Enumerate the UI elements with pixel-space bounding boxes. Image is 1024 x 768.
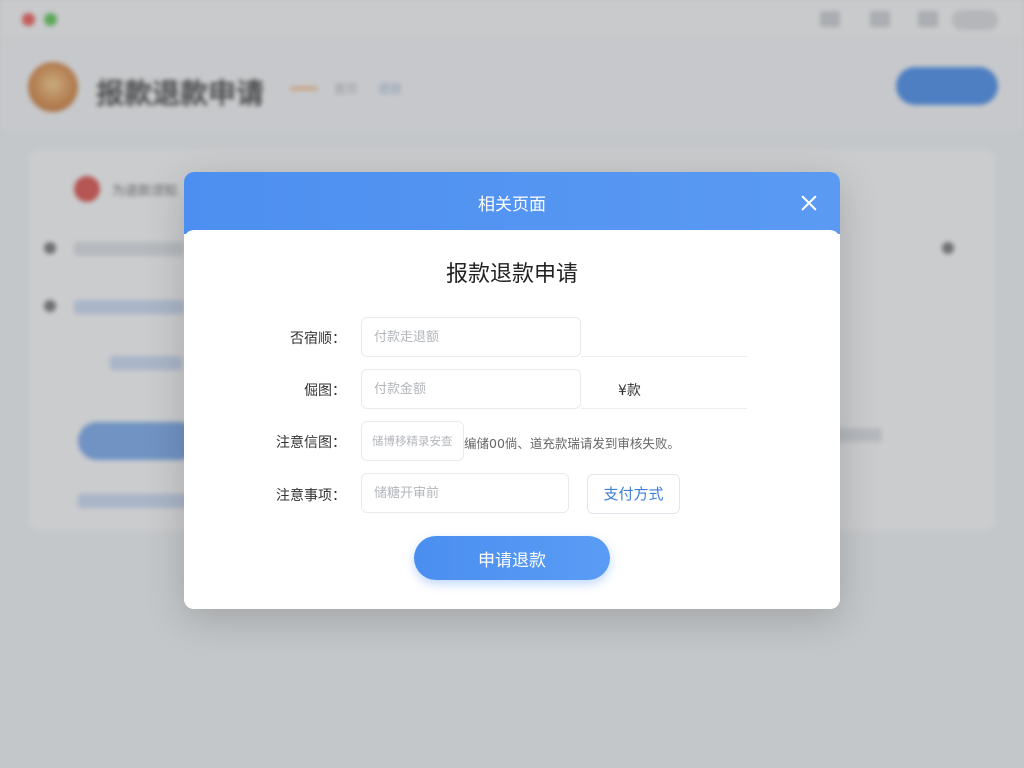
note-text: 编储00倘、道充款瑞请发到审核失败。 [464, 436, 680, 451]
modal-body: 报款退款申请 否宿顺： 倔图： ¥款 注意信图： 编储00倘、道充款瑞请发到审核… [184, 230, 840, 609]
modal-header-title: 相关页面 [478, 195, 546, 215]
notes-input[interactable] [361, 473, 569, 513]
field-label: 注意事项： [276, 488, 346, 504]
input-underline [581, 408, 747, 409]
payment-method-button[interactable]: 支付方式 [587, 474, 680, 514]
modal-header: 相关页面 [184, 172, 840, 234]
submit-refund-button[interactable]: 申请退款 [414, 536, 610, 580]
close-icon[interactable] [796, 190, 822, 216]
amount-unit: ¥款 [618, 383, 641, 399]
refund-reason-input[interactable] [361, 317, 581, 357]
form-title: 报款退款申请 [445, 262, 578, 287]
note-image-input[interactable] [361, 421, 464, 461]
refund-modal: 相关页面 报款退款申请 否宿顺： 倔图： ¥款 注意信图： 编储00倘、道充款瑞… [184, 172, 840, 609]
field-label: 倔图： [304, 383, 346, 399]
amount-input[interactable] [361, 369, 581, 409]
input-underline [581, 356, 747, 357]
field-label: 否宿顺： [290, 331, 346, 347]
field-label: 注意信图： [276, 435, 346, 451]
